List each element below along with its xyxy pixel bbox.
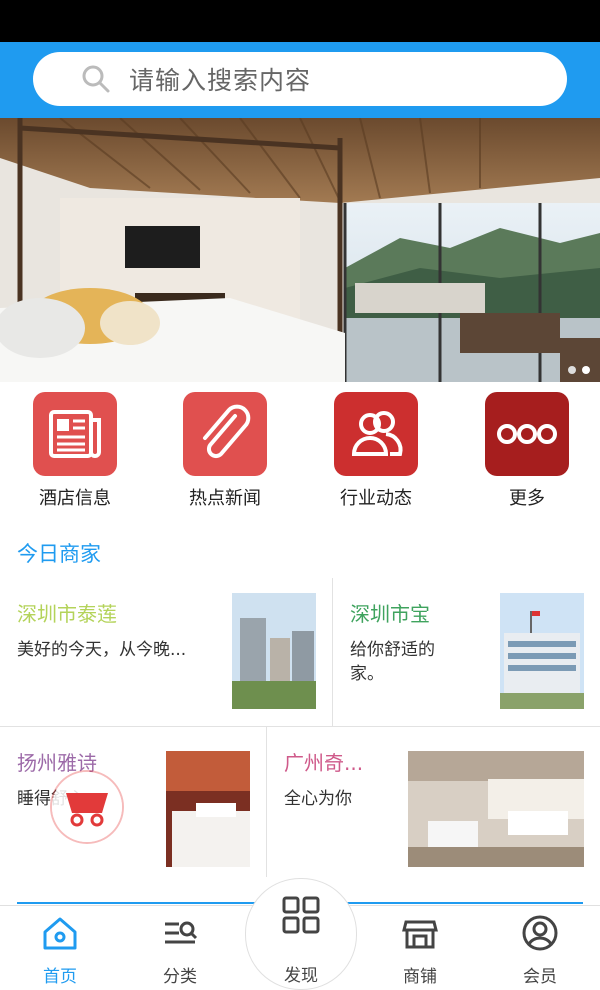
merchant-thumbnail [408, 751, 584, 867]
merchant-desc-line: 家。 [350, 664, 384, 684]
home-icon [43, 917, 77, 950]
tab-label: 发现 [284, 966, 318, 986]
section-title: 今日商家 [17, 542, 101, 566]
floating-cart-button[interactable] [52, 772, 122, 842]
merchant-desc-line: 给你舒适的 [350, 640, 435, 660]
tab-discover[interactable]: 发现 [245, 878, 357, 990]
quick-link-industry-news[interactable]: 行业动态 [316, 392, 436, 510]
search-input[interactable]: 请输入搜索内容 [33, 52, 567, 106]
grid-icon [282, 896, 320, 934]
quick-link-label: 酒店信息 [39, 488, 111, 509]
more-dots-icon [485, 392, 569, 476]
category-search-icon [165, 921, 198, 944]
status-bar [0, 0, 600, 42]
quick-link-more[interactable]: 更多 [467, 392, 587, 510]
quick-link-hotel-info[interactable]: 酒店信息 [15, 392, 135, 510]
banner-carousel[interactable] [0, 118, 600, 382]
search-icon [82, 65, 110, 93]
store-icon [402, 920, 438, 949]
merchant-card[interactable]: 深圳市泰莲 美好的今天，从今晚... [0, 578, 332, 726]
carousel-dot[interactable] [568, 366, 576, 374]
user-icon [522, 915, 558, 951]
tab-label: 商铺 [403, 967, 437, 987]
merchant-desc: 给你舒适的 家。 [350, 638, 435, 686]
quick-link-label: 更多 [509, 488, 545, 509]
newspaper-icon [33, 392, 117, 476]
merchant-desc: 美好的今天，从今晚... [17, 640, 187, 660]
header: 请输入搜索内容 [0, 42, 600, 118]
merchant-thumbnail [166, 751, 250, 867]
merchant-desc: 全心为你 [284, 789, 352, 809]
quick-link-label: 行业动态 [340, 488, 412, 509]
tab-store[interactable]: 商铺 [370, 914, 470, 987]
tab-label: 首页 [43, 967, 77, 987]
carousel-dots [568, 366, 590, 374]
merchant-thumbnail [232, 593, 316, 709]
merchant-thumbnail [500, 593, 584, 709]
quick-links: 酒店信息 热点新闻 行业动态 更多 [0, 392, 600, 512]
users-icon [334, 392, 418, 476]
banner-image [0, 118, 600, 382]
tab-member[interactable]: 会员 [490, 914, 590, 987]
merchant-name: 深圳市宝 [350, 602, 430, 626]
merchant-card[interactable]: 扬州雅诗 睡得舒心。 [0, 727, 266, 877]
paperclip-icon [183, 392, 267, 476]
tab-label: 会员 [523, 967, 557, 987]
tab-label: 分类 [163, 967, 197, 987]
merchant-card[interactable]: 深圳市宝 给你舒适的 家。 [333, 578, 600, 726]
quick-link-label: 热点新闻 [189, 488, 261, 509]
search-placeholder: 请输入搜索内容 [129, 66, 312, 95]
tab-home[interactable]: 首页 [10, 914, 110, 987]
merchant-card[interactable]: 广州奇... 全心为你 [267, 727, 600, 877]
quick-link-hot-news[interactable]: 热点新闻 [165, 392, 285, 510]
merchant-name: 广州奇... [284, 751, 364, 775]
carousel-dot-active[interactable] [582, 366, 590, 374]
merchant-name: 深圳市泰莲 [17, 602, 117, 626]
tab-category[interactable]: 分类 [130, 914, 230, 987]
cart-icon [66, 793, 108, 827]
